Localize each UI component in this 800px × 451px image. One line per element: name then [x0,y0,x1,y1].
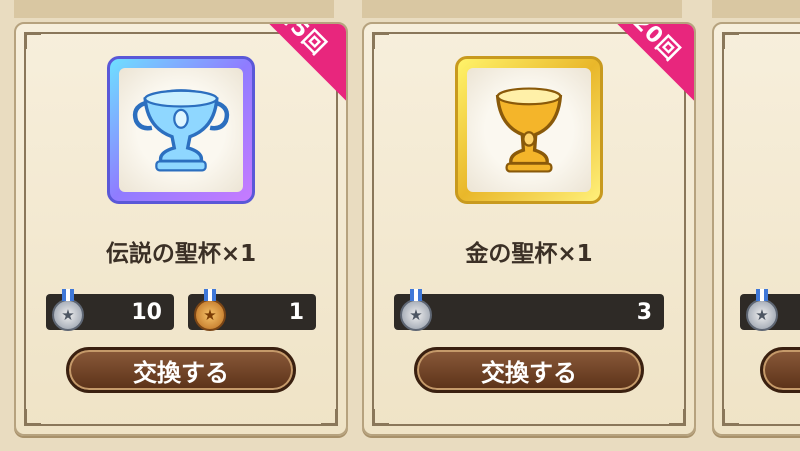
cost-value: 10 [131,299,162,325]
silver-medal-icon: ★ [746,289,778,331]
cost-value: 3 [636,299,652,325]
item-icon-frame[interactable] [107,56,255,204]
legendary-grail-icon [132,89,230,172]
exchange-card-gold-grail: あと20回 金の聖杯×1 ★ 3 交換する [362,22,696,436]
top-strip [14,0,334,18]
top-strip [362,0,682,18]
cost-silver-medal: ★ [740,289,800,331]
cost-bronze-medal: ★ 1 [188,289,316,331]
cost-silver-medal: ★ 10 [46,289,174,331]
exchange-card-legendary-grail: あと5回 伝説の聖杯×1 ★ 10 ★ 1 交換する [14,22,348,436]
top-strip [712,0,800,18]
cost-value: 1 [288,299,304,325]
exchange-card-partial: ★ [712,22,800,436]
item-name: 伝説の聖杯×1 [105,241,257,267]
exchange-button[interactable]: 交換する [414,347,644,393]
cost-silver-medal: ★ 3 [394,289,664,331]
silver-medal-icon: ★ [52,289,84,331]
gold-grail-icon [495,87,563,173]
item-icon-frame[interactable] [455,56,603,204]
exchange-button[interactable]: 交換する [66,347,296,393]
silver-medal-icon: ★ [400,289,432,331]
bronze-medal-icon: ★ [194,289,226,331]
exchange-button[interactable] [760,347,800,393]
item-name: 金の聖杯×1 [465,241,593,267]
